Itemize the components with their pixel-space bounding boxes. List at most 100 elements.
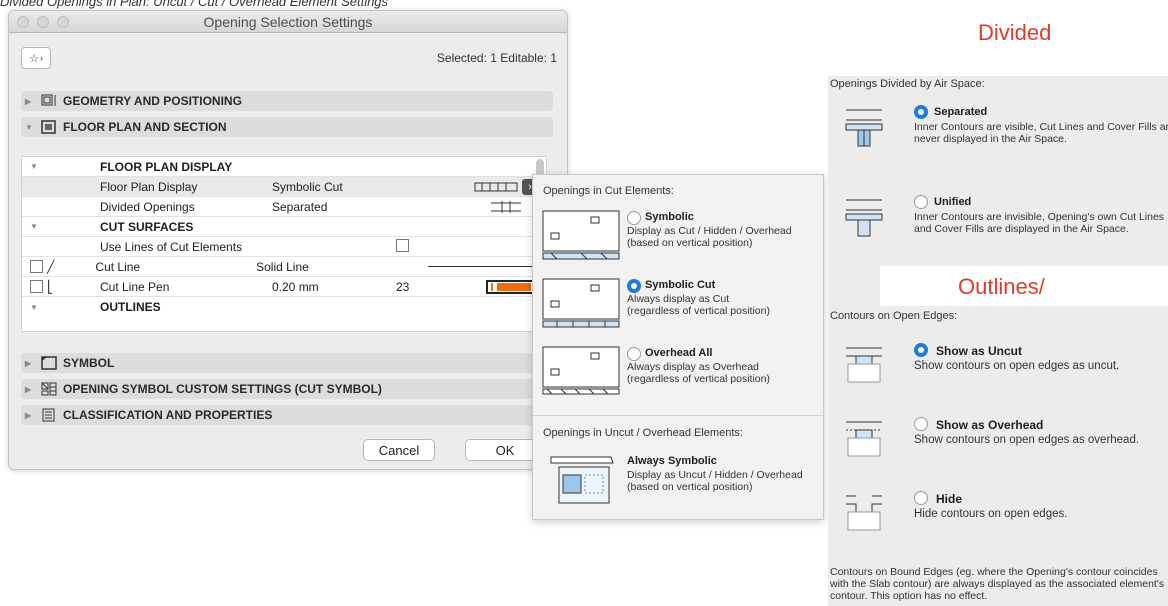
use-lines-checkbox[interactable]	[396, 238, 409, 252]
option-separated[interactable]: Separated Inner Contours are visible, Cu…	[838, 104, 1168, 164]
option-overhead-all[interactable]: Overhead All Always display as Overhead …	[541, 345, 817, 401]
disclosure-triangle-icon: ▶	[25, 358, 32, 368]
symbolic-thumbnail-icon	[542, 210, 620, 260]
option-description: Hide contours on open edges.	[914, 508, 1068, 520]
option-description: Inner Contours are invisible, Opening's …	[914, 211, 1165, 235]
cancel-button[interactable]: Cancel	[363, 439, 435, 461]
desc-line: Display as Cut / Hidden / Overhead	[627, 225, 792, 237]
section-classification-and-properties[interactable]: ▶ CLASSIFICATION AND PROPERTIES	[21, 405, 553, 425]
collapse-triangle-icon: ▼	[30, 222, 38, 231]
always-symbolic-thumbnail-icon	[550, 456, 614, 504]
option-hide[interactable]: Hide Hide contours on open edges.	[838, 490, 1168, 550]
symbolic-cut-radio[interactable]	[627, 279, 641, 293]
disclosure-triangle-icon: ▶	[25, 384, 32, 394]
row-label: Cut Line Pen	[100, 279, 170, 294]
symbol-icon	[41, 356, 57, 370]
opening-selection-settings-dialog: Opening Selection Settings ☆ › Selected: …	[8, 10, 568, 470]
row-cut-line-pen[interactable]: ⎣ Cut Line Pen 0.20 mm 23	[22, 277, 546, 297]
pen-color-swatch[interactable]	[486, 279, 536, 294]
row-label: Use Lines of Cut Elements	[100, 239, 243, 254]
disclosure-triangle-icon: ▶	[25, 410, 32, 420]
option-name: Separated	[934, 106, 988, 118]
title-bar: Opening Selection Settings	[9, 11, 567, 33]
group-label: OUTLINES	[100, 300, 161, 314]
option-name: Show as Uncut	[936, 344, 1023, 358]
popup-header-cut: Openings in Cut Elements:	[543, 185, 674, 197]
section-label: CLASSIFICATION AND PROPERTIES	[63, 408, 273, 422]
row-value: Separated	[272, 199, 328, 214]
selection-count: Selected: 1 Editable: 1	[436, 51, 557, 65]
separated-radio[interactable]	[914, 105, 928, 119]
section-opening-symbol-custom-settings[interactable]: ▶ OPENING SYMBOL CUSTOM SETTINGS (CUT SY…	[21, 379, 553, 399]
divided-preview-icon	[491, 200, 521, 213]
star-icon: ☆	[29, 52, 39, 65]
show-as-uncut-thumbnail-icon	[846, 347, 882, 383]
row-floor-plan-display[interactable]: Floor Plan Display Symbolic Cut ›	[22, 177, 546, 197]
group-floor-plan-display[interactable]: ▼ FLOOR PLAN DISPLAY	[22, 157, 546, 177]
show-as-uncut-radio[interactable]	[914, 343, 928, 357]
option-description: Always display as Overhead (regardless o…	[627, 361, 770, 385]
divider	[533, 415, 823, 416]
row-value: Symbolic Cut	[272, 179, 343, 194]
option-name: Show as Overhead	[936, 418, 1044, 432]
row-label: Floor Plan Display	[100, 179, 198, 194]
row-value: 0.20 mm	[272, 279, 319, 294]
row-label: Divided Openings	[100, 199, 195, 214]
disclosure-triangle-icon: ▶	[25, 96, 32, 106]
row-use-lines-of-cut-elements[interactable]: Use Lines of Cut Elements	[22, 237, 546, 257]
geometry-icon	[41, 94, 57, 108]
row-cut-line[interactable]: ╱ Cut Line Solid Line	[22, 257, 546, 277]
row-divided-openings[interactable]: Divided Openings Separated	[22, 197, 546, 217]
outlines-heading: Outlines/	[958, 274, 1045, 299]
group-outlines[interactable]: ▼ OUTLINES	[22, 297, 546, 317]
section-floor-plan-and-section[interactable]: ▼ FLOOR PLAN AND SECTION	[21, 117, 553, 137]
section-symbol[interactable]: ▶ SYMBOL	[21, 353, 553, 373]
popup-header-uncut: Openings in Uncut / Overhead Elements:	[543, 427, 743, 439]
option-unified[interactable]: Unified Inner Contours are invisible, Op…	[838, 194, 1168, 254]
custom-symbol-icon	[41, 382, 57, 396]
symbolic-radio[interactable]	[627, 211, 641, 225]
divided-openings-panel: Openings Divided by Air Space: Separated…	[828, 76, 1168, 266]
chevron-right-icon: ›	[39, 53, 43, 63]
show-as-overhead-radio[interactable]	[914, 417, 928, 431]
section-geometry-and-positioning[interactable]: ▶ GEOMETRY AND POSITIONING	[21, 91, 553, 111]
unified-thumbnail-icon	[845, 199, 883, 237]
desc-line: (based on vertical position)	[627, 481, 753, 493]
favorites-button[interactable]: ☆ ›	[21, 47, 51, 69]
desc-line: Display as Uncut / Hidden / Overhead	[627, 469, 803, 481]
pen-number: 23	[396, 279, 410, 294]
option-symbolic[interactable]: Symbolic Display as Cut / Hidden / Overh…	[541, 209, 817, 265]
option-symbolic-cut[interactable]: Symbolic Cut Always display as Cut (rega…	[541, 277, 817, 333]
option-always-symbolic[interactable]: Always Symbolic Display as Uncut / Hidde…	[541, 453, 817, 509]
option-description: Show contours on open edges as overhead.	[914, 434, 1140, 446]
group-cut-surfaces[interactable]: ▼ CUT SURFACES	[22, 217, 546, 237]
desc-line: (based on vertical position)	[627, 237, 753, 249]
disclosure-triangle-icon: ▼	[25, 122, 33, 132]
collapse-triangle-icon: ▼	[30, 162, 38, 171]
option-show-as-uncut[interactable]: Show as Uncut Show contours on open edge…	[838, 342, 1168, 402]
cut-line-checkbox[interactable]	[30, 260, 43, 273]
bound-edges-note: Contours on Bound Edges (eg. where the O…	[830, 566, 1165, 602]
floor-plan-icon	[41, 120, 57, 134]
group-label: FLOOR PLAN DISPLAY	[100, 159, 233, 174]
panel-header: Contours on Open Edges:	[830, 310, 958, 322]
option-description: Inner Contours are visible, Cut Lines an…	[914, 121, 1168, 145]
hide-radio[interactable]	[914, 491, 928, 505]
option-description: Display as Cut / Hidden / Overhead (base…	[627, 225, 792, 249]
divided-heading: Divided	[978, 20, 1052, 45]
overhead-all-radio[interactable]	[627, 347, 641, 361]
option-description: Always display as Cut (regardless of ver…	[627, 293, 770, 317]
option-name: Always Symbolic	[627, 455, 717, 467]
section-label: GEOMETRY AND POSITIONING	[63, 94, 242, 108]
row-label: Cut Line	[95, 259, 141, 274]
option-show-as-overhead[interactable]: Show as Overhead Show contours on open e…	[838, 416, 1168, 476]
floor-plan-display-popup: Openings in Cut Elements: Symbolic Displ…	[532, 174, 824, 520]
pen-icon: ⎣	[47, 279, 53, 294]
show-as-overhead-thumbnail-icon	[846, 421, 882, 457]
hide-thumbnail-icon	[846, 495, 882, 531]
page-caption: Divided Openings in Plan: Uncut / Cut / …	[0, 0, 389, 9]
desc-line: (regardless of vertical position)	[627, 373, 770, 385]
unified-radio[interactable]	[914, 195, 928, 209]
option-name: Symbolic	[645, 211, 694, 223]
cut-line-pen-checkbox[interactable]	[30, 280, 43, 293]
